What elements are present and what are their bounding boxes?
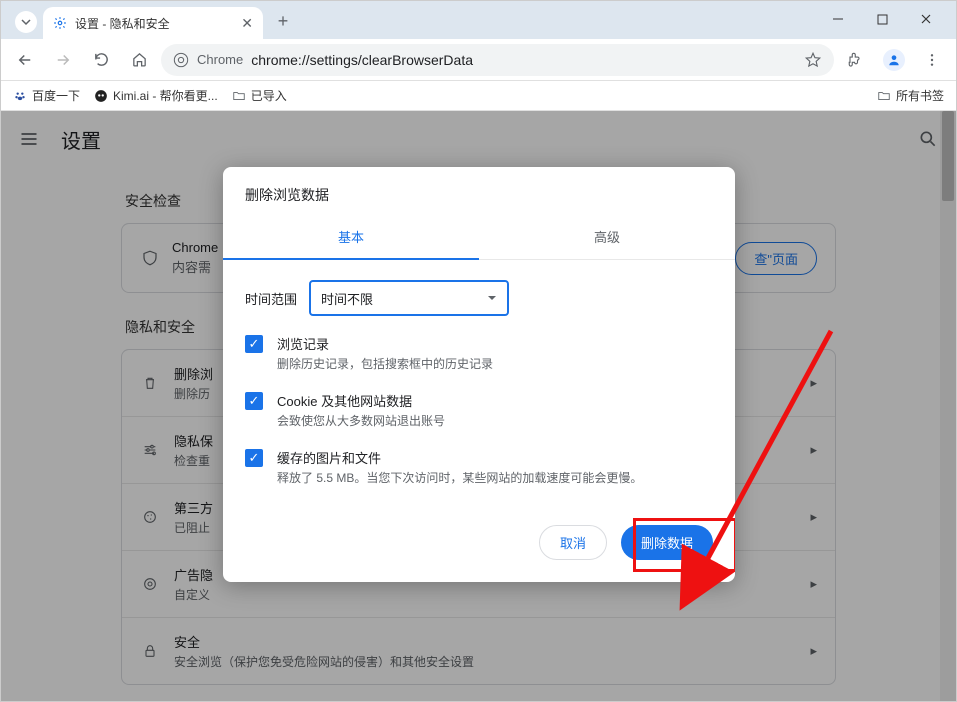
tab-basic[interactable]: 基本 [223,215,479,260]
all-bookmarks-label: 所有书签 [896,87,944,104]
checkbox-cache[interactable]: ✓ [245,449,263,467]
kebab-icon [924,52,940,68]
bookmark-folder[interactable]: 已导入 [232,87,287,104]
chrome-menu-button[interactable] [916,44,948,76]
nav-reload-button[interactable] [85,44,117,76]
bookmark-label: Kimi.ai - 帮你看更... [113,87,218,104]
browser-tab[interactable]: 设置 - 隐私和安全 ✕ [43,7,263,39]
time-range-row: 时间范围 时间不限 [245,280,713,316]
bookmark-item[interactable]: Kimi.ai - 帮你看更... [94,87,218,104]
checkbox-row-cache: ✓ 缓存的图片和文件 释放了 5.5 MB。当您下次访问时，某些网站的加载速度可… [245,448,713,487]
person-icon [887,53,901,67]
dialog-body: 时间范围 时间不限 ✓ 浏览记录 删除历史记录，包括搜索框中的历史记录 ✓ Co… [223,260,735,525]
chrome-icon [173,52,189,68]
bookmark-star-button[interactable] [804,51,822,69]
checkbox-subtitle: 释放了 5.5 MB。当您下次访问时，某些网站的加载速度可能会更慢。 [277,469,642,487]
checkbox-cookies[interactable]: ✓ [245,392,263,410]
dialog-tabs: 基本 高级 [223,215,735,260]
all-bookmarks-button[interactable]: 所有书签 [877,87,944,104]
folder-icon [232,89,246,103]
bookmarks-bar: 百度一下 Kimi.ai - 帮你看更... 已导入 所有书签 [1,81,956,111]
nav-back-button[interactable] [9,44,41,76]
cancel-button[interactable]: 取消 [539,525,607,560]
gear-icon [53,16,67,30]
checkbox-title: 缓存的图片和文件 [277,448,642,467]
bookmark-label: 已导入 [251,87,287,104]
clear-browsing-data-dialog: 删除浏览数据 基本 高级 时间范围 时间不限 ✓ 浏览记录 删除历史记录，包括搜… [223,167,735,582]
reload-icon [93,51,110,68]
checkbox-history[interactable]: ✓ [245,335,263,353]
window-titlebar: 设置 - 隐私和安全 ✕ + [1,1,956,39]
checkbox-row-history: ✓ 浏览记录 删除历史记录，包括搜索框中的历史记录 [245,334,713,373]
omnibox-origin-label: Chrome [197,52,243,67]
nav-home-button[interactable] [123,44,155,76]
page-content: 设置 安全检查 Chrome 内容需 查"页面 隐私和安全 删除浏删除历 ▸ 隐… [1,111,956,701]
profile-button[interactable] [878,44,910,76]
dropdown-arrow-icon [487,293,497,303]
time-range-select[interactable]: 时间不限 [309,280,509,316]
checkbox-title: 浏览记录 [277,334,493,353]
checkbox-title: Cookie 及其他网站数据 [277,391,445,410]
chevron-down-icon [21,17,31,27]
checkbox-row-cookies: ✓ Cookie 及其他网站数据 会致使您从大多数网站退出账号 [245,391,713,430]
checkbox-subtitle: 删除历史记录，包括搜索框中的历史记录 [277,355,493,373]
bookmark-item[interactable]: 百度一下 [13,87,80,104]
window-maximize-button[interactable] [860,5,904,33]
arrow-right-icon [54,51,72,69]
tab-search-button[interactable] [15,11,37,33]
tab-advanced[interactable]: 高级 [479,215,735,260]
extensions-button[interactable] [840,44,872,76]
star-icon [804,51,822,69]
dialog-actions: 取消 删除数据 [223,525,735,582]
window-controls [816,5,948,33]
puzzle-icon [847,51,865,69]
nav-forward-button [47,44,79,76]
home-icon [131,51,148,68]
delete-data-button[interactable]: 删除数据 [621,525,713,560]
address-bar[interactable]: Chrome chrome://settings/clearBrowserDat… [161,44,834,76]
dialog-title: 删除浏览数据 [223,167,735,215]
checkbox-subtitle: 会致使您从大多数网站退出账号 [277,412,445,430]
window-close-button[interactable] [904,5,948,33]
time-range-value: 时间不限 [321,289,373,308]
folder-icon [877,89,891,103]
paw-icon [13,89,27,103]
browser-toolbar: Chrome chrome://settings/clearBrowserDat… [1,39,956,81]
tab-title: 设置 - 隐私和安全 [75,15,233,32]
new-tab-button[interactable]: + [269,7,297,35]
omnibox-url: chrome://settings/clearBrowserData [251,52,473,68]
arrow-left-icon [16,51,34,69]
kimi-icon [94,89,108,103]
bookmark-label: 百度一下 [32,87,80,104]
window-minimize-button[interactable] [816,5,860,33]
tab-close-button[interactable]: ✕ [241,15,253,32]
time-range-label: 时间范围 [245,289,297,308]
